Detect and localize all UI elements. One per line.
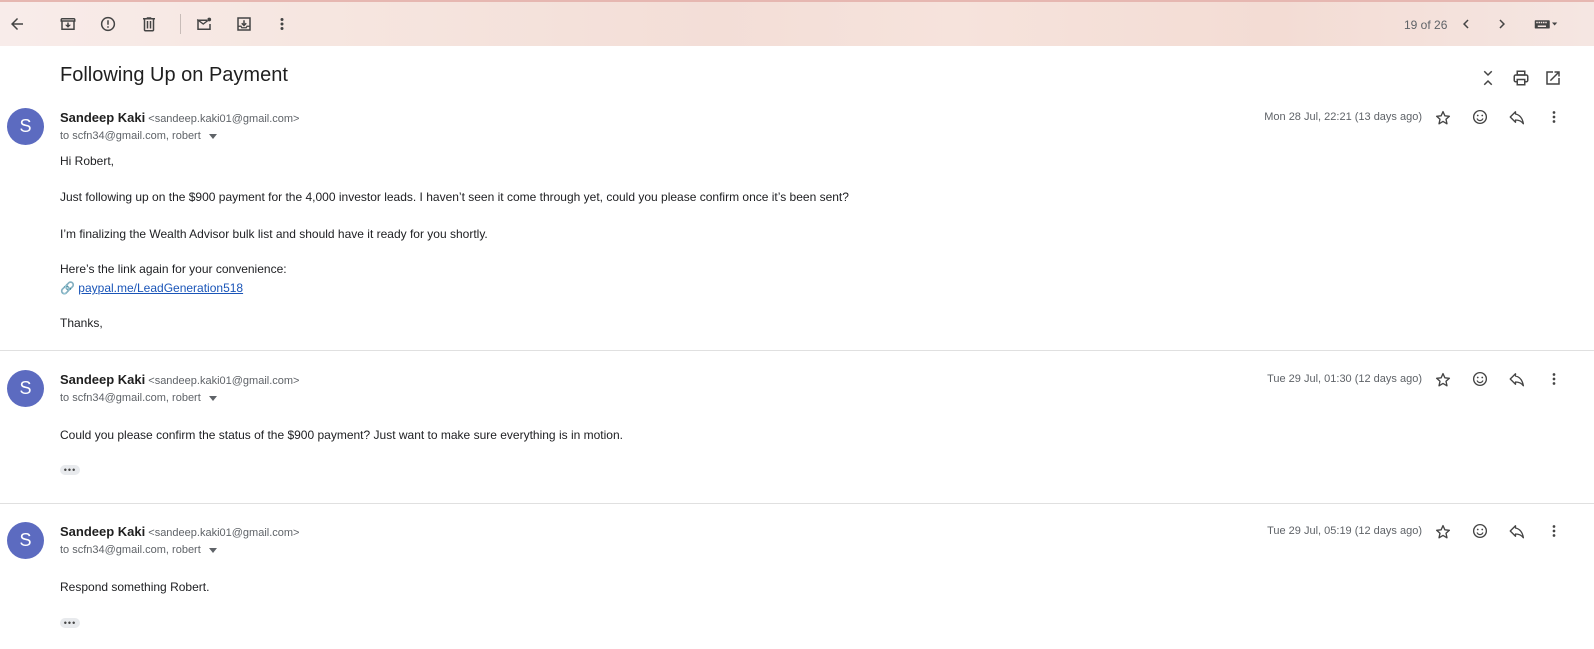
back-arrow-icon[interactable] bbox=[3, 10, 31, 38]
link-emoji-icon: 🔗 bbox=[60, 281, 75, 295]
more-options-icon[interactable] bbox=[1541, 366, 1567, 392]
older-chevron-right-icon[interactable] bbox=[1488, 10, 1516, 38]
show-details-caret-icon[interactable] bbox=[208, 547, 217, 553]
move-to-icon[interactable] bbox=[230, 10, 258, 38]
more-options-icon[interactable] bbox=[1541, 104, 1567, 130]
avatar[interactable]: S bbox=[7, 522, 44, 559]
email-subject: Following Up on Payment bbox=[60, 64, 288, 86]
recipients: to scfn34@gmail.com, robert bbox=[60, 392, 217, 404]
mark-unread-icon[interactable] bbox=[190, 10, 218, 38]
message-paragraph: Here’s the link again for your convenien… bbox=[60, 262, 287, 276]
toolbar-separator bbox=[180, 14, 181, 34]
sender-name[interactable]: Sandeep Kaki bbox=[60, 110, 145, 125]
message-paragraph: I’m finalizing the Wealth Advisor bulk l… bbox=[60, 227, 488, 241]
message-date: Mon 28 Jul, 22:21 (13 days ago) bbox=[1264, 111, 1422, 123]
sender-email: <sandeep.kaki01@gmail.com> bbox=[148, 113, 300, 125]
sender[interactable]: Sandeep Kaki <sandeep.kaki01@gmail.com> bbox=[60, 524, 299, 539]
sender-email: <sandeep.kaki01@gmail.com> bbox=[148, 527, 300, 539]
delete-icon[interactable] bbox=[135, 10, 163, 38]
avatar[interactable]: S bbox=[7, 370, 44, 407]
more-options-icon[interactable] bbox=[1541, 518, 1567, 544]
keyboard-icon[interactable] bbox=[1528, 10, 1564, 38]
star-icon[interactable] bbox=[1430, 105, 1456, 131]
archive-icon[interactable] bbox=[54, 10, 82, 38]
add-reaction-emoji-icon[interactable] bbox=[1467, 104, 1493, 130]
more-vert-icon[interactable] bbox=[268, 10, 296, 38]
show-trimmed-content-button[interactable]: ••• bbox=[60, 465, 80, 475]
recipients-text: to scfn34@gmail.com, robert bbox=[60, 544, 201, 556]
show-trimmed-content-button[interactable]: ••• bbox=[60, 618, 80, 628]
message-greeting: Hi Robert, bbox=[60, 154, 115, 168]
recipients-text: to scfn34@gmail.com, robert bbox=[60, 392, 201, 404]
paypal-link[interactable]: paypal.me/LeadGeneration518 bbox=[78, 281, 243, 295]
sender-name[interactable]: Sandeep Kaki bbox=[60, 524, 145, 539]
star-icon[interactable] bbox=[1430, 519, 1456, 545]
recipients: to scfn34@gmail.com, robert bbox=[60, 544, 217, 556]
sender[interactable]: Sandeep Kaki <sandeep.kaki01@gmail.com> bbox=[60, 372, 299, 387]
link-line: 🔗 paypal.me/LeadGeneration518 bbox=[60, 281, 243, 296]
newer-chevron-left-icon[interactable] bbox=[1452, 10, 1480, 38]
toolbar: 19 of 26 bbox=[0, 0, 1594, 46]
sender-name[interactable]: Sandeep Kaki bbox=[60, 372, 145, 387]
message-date: Tue 29 Jul, 01:30 (12 days ago) bbox=[1267, 373, 1422, 385]
pagination-count: 19 of 26 bbox=[1404, 18, 1448, 32]
sender-email: <sandeep.kaki01@gmail.com> bbox=[148, 375, 300, 387]
message-paragraph: Respond something Robert. bbox=[60, 580, 210, 594]
message-paragraph: Just following up on the $900 payment fo… bbox=[60, 190, 849, 204]
print-icon[interactable] bbox=[1507, 64, 1535, 92]
star-icon[interactable] bbox=[1430, 367, 1456, 393]
reply-icon[interactable] bbox=[1504, 518, 1530, 544]
reply-icon[interactable] bbox=[1504, 366, 1530, 392]
add-reaction-emoji-icon[interactable] bbox=[1467, 366, 1493, 392]
message-closing: Thanks, bbox=[60, 316, 103, 330]
sender[interactable]: Sandeep Kaki <sandeep.kaki01@gmail.com> bbox=[60, 110, 299, 125]
reply-icon[interactable] bbox=[1504, 104, 1530, 130]
avatar[interactable]: S bbox=[7, 108, 44, 145]
add-reaction-emoji-icon[interactable] bbox=[1467, 518, 1493, 544]
open-in-new-window-icon[interactable] bbox=[1539, 64, 1567, 92]
message-divider bbox=[0, 350, 1594, 351]
recipients: to scfn34@gmail.com, robert bbox=[60, 130, 217, 142]
show-details-caret-icon[interactable] bbox=[208, 133, 217, 139]
recipients-text: to scfn34@gmail.com, robert bbox=[60, 130, 201, 142]
collapse-all-icon[interactable] bbox=[1474, 64, 1502, 92]
report-spam-icon[interactable] bbox=[94, 10, 122, 38]
message-date: Tue 29 Jul, 05:19 (12 days ago) bbox=[1267, 525, 1422, 537]
message-paragraph: Could you please confirm the status of t… bbox=[60, 428, 623, 442]
message-divider bbox=[0, 503, 1594, 504]
show-details-caret-icon[interactable] bbox=[208, 395, 217, 401]
